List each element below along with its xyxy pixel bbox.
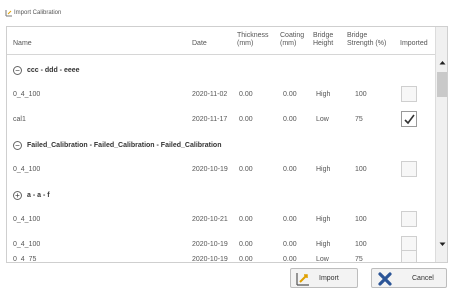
row-name: 0_4_75: [13, 256, 37, 263]
row-name: 0_4_100: [13, 241, 41, 248]
table-row[interactable]: cal1 2020-11-17 0.00 0.00 Low 75: [7, 107, 435, 132]
app-icon: [5, 10, 12, 17]
row-coating: 0.00: [283, 91, 297, 98]
checkmark-icon: [404, 114, 415, 125]
collapse-icon[interactable]: −: [13, 66, 22, 75]
import-button[interactable]: Import: [290, 268, 358, 288]
bridge-height-header-line1: Bridge: [313, 32, 334, 39]
arrow-up-icon: [439, 61, 446, 65]
row-thickness: 0.00: [239, 241, 253, 248]
row-thickness: 0.00: [239, 256, 253, 263]
row-bridge-strength: 75: [355, 256, 363, 263]
imported-checkbox[interactable]: [401, 250, 417, 262]
row-bridge-strength: 75: [355, 116, 363, 123]
row-bridge-height: High: [316, 91, 331, 98]
row-bridge-strength: 100: [355, 166, 367, 173]
row-coating: 0.00: [283, 256, 297, 263]
group-label: a - a - f: [27, 192, 50, 199]
scroll-thumb[interactable]: [437, 72, 447, 97]
row-coating: 0.00: [283, 116, 297, 123]
close-icon: [378, 272, 392, 286]
row-coating: 0.00: [283, 241, 297, 248]
group-row[interactable]: − ccc - ddd - eeee: [7, 57, 435, 82]
bridge-strength-header-line2: Strength (%): [347, 40, 387, 47]
row-date: 2020-11-17: [192, 116, 228, 123]
row-date: 2020-10-19: [192, 256, 228, 263]
row-bridge-height: Low: [316, 116, 329, 123]
row-bridge-height: High: [316, 241, 331, 248]
thickness-header-line1: Thickness: [237, 32, 269, 39]
vertical-scrollbar[interactable]: [435, 27, 447, 262]
thickness-header-line2: (mm): [237, 40, 254, 47]
row-bridge-height: Low: [316, 256, 329, 263]
column-header-name[interactable]: Name: [13, 40, 32, 48]
import-icon: [296, 273, 309, 286]
row-date: 2020-11-02: [192, 91, 228, 98]
row-thickness: 0.00: [239, 116, 253, 123]
cancel-button[interactable]: Cancel: [371, 268, 447, 288]
window-title: Import Calibration: [14, 10, 62, 16]
imported-checkbox[interactable]: [401, 161, 417, 177]
imported-checkbox[interactable]: [401, 211, 417, 227]
expand-icon[interactable]: +: [13, 191, 22, 200]
table-row[interactable]: 0_4_75 2020-10-19 0.00 0.00 Low 75: [7, 250, 435, 263]
row-bridge-height: High: [316, 166, 331, 173]
calibration-table: Name Date Thickness (mm) Coating (mm) Br…: [6, 26, 448, 263]
import-button-label: Import: [319, 275, 339, 282]
row-bridge-strength: 100: [355, 241, 367, 248]
row-name: 0_4_100: [13, 216, 41, 223]
scroll-down-button[interactable]: [436, 237, 447, 251]
group-row[interactable]: + a - a - f: [7, 182, 435, 207]
arrow-down-icon: [439, 242, 446, 246]
scroll-up-button[interactable]: [436, 56, 447, 70]
row-date: 2020-10-19: [192, 241, 228, 248]
row-thickness: 0.00: [239, 166, 253, 173]
column-header-imported[interactable]: Imported: [400, 40, 428, 48]
column-header-date[interactable]: Date: [192, 40, 207, 48]
coating-header-line2: (mm): [280, 40, 297, 47]
row-name: 0_4_100: [13, 91, 41, 98]
column-header-thickness[interactable]: Thickness (mm): [237, 32, 269, 48]
title-bar: Import Calibration: [0, 0, 451, 26]
row-coating: 0.00: [283, 166, 297, 173]
table-row[interactable]: 0_4_100 2020-11-02 0.00 0.00 High 100: [7, 82, 435, 107]
column-header-bridge-height[interactable]: Bridge Height: [313, 32, 333, 48]
group-label: ccc - ddd - eeee: [27, 67, 80, 74]
row-thickness: 0.00: [239, 216, 253, 223]
import-calibration-window: Import Calibration Name Date Thickness (…: [0, 0, 451, 289]
row-name: 0_4_100: [13, 166, 41, 173]
imported-checkbox[interactable]: [401, 111, 417, 127]
row-bridge-height: High: [316, 216, 331, 223]
row-thickness: 0.00: [239, 91, 253, 98]
collapse-icon[interactable]: −: [13, 141, 22, 150]
row-bridge-strength: 100: [355, 91, 367, 98]
row-date: 2020-10-21: [192, 216, 228, 223]
table-header: Name Date Thickness (mm) Coating (mm) Br…: [7, 27, 435, 55]
row-date: 2020-10-19: [192, 166, 228, 173]
imported-checkbox[interactable]: [401, 86, 417, 102]
coating-header-line1: Coating: [280, 32, 305, 39]
cancel-button-label: Cancel: [412, 275, 434, 282]
column-header-bridge-strength[interactable]: Bridge Strength (%): [347, 32, 386, 48]
row-name: cal1: [13, 116, 26, 123]
table-row[interactable]: 0_4_100 2020-10-21 0.00 0.00 High 100: [7, 207, 435, 232]
bridge-height-header-line2: Height: [313, 40, 334, 47]
row-bridge-strength: 100: [355, 216, 367, 223]
table-row[interactable]: 0_4_100 2020-10-19 0.00 0.00 High 100: [7, 157, 435, 182]
row-coating: 0.00: [283, 216, 297, 223]
bridge-strength-header-line1: Bridge: [347, 32, 368, 39]
column-header-coating[interactable]: Coating (mm): [280, 32, 304, 48]
group-label: Failed_Calibration - Failed_Calibration …: [27, 142, 222, 149]
group-row[interactable]: − Failed_Calibration - Failed_Calibratio…: [7, 132, 435, 157]
